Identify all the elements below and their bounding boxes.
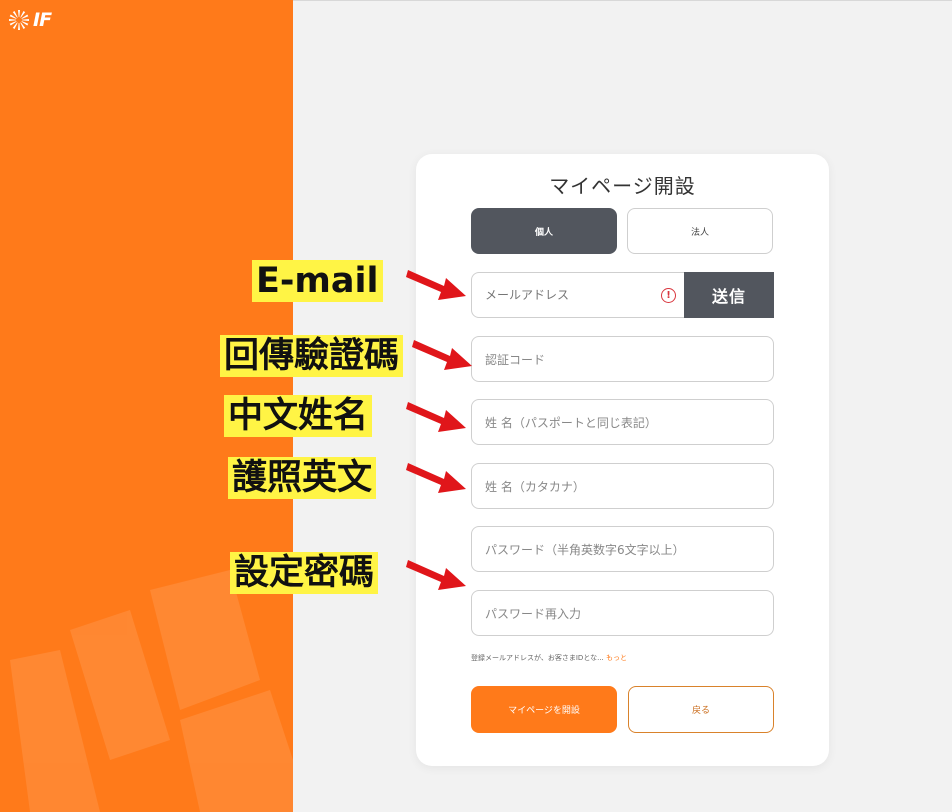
verification-code-input[interactable]: 認証コード: [471, 336, 774, 382]
annotation-name-en: 護照英文: [228, 457, 377, 499]
open-mypage-button[interactable]: マイページを開設: [471, 686, 617, 733]
annotation-password: 設定密碼: [230, 552, 379, 594]
red-arrow-icon: [406, 463, 466, 493]
type-individual-button[interactable]: 個人: [471, 208, 617, 254]
red-arrow-icon: [412, 340, 472, 370]
name-passport-input[interactable]: 姓 名（パスポートと同じ表記）: [471, 399, 774, 445]
annotation-email: E-mail: [252, 260, 383, 302]
logo-text: IF: [33, 9, 52, 31]
back-button[interactable]: 戻る: [628, 686, 774, 733]
email-id-notice: 登録メールアドレスが、お客さまIDとな... もっと: [471, 653, 627, 663]
password-input[interactable]: パスワード（半角英数字6文字以上）: [471, 526, 774, 572]
name-katakana-input[interactable]: 姓 名（カタカナ）: [471, 463, 774, 509]
signup-card: マイページ開設 個人 法人 ! 送信 認証コード 姓 名（パスポートと同じ表記）…: [416, 154, 829, 766]
type-corporate-button[interactable]: 法人: [627, 208, 773, 254]
notice-text: 登録メールアドレスが、お客さまIDとな...: [471, 654, 604, 662]
red-arrow-icon: [406, 402, 466, 432]
red-arrow-icon: [406, 270, 466, 300]
red-arrow-icon: [406, 560, 466, 590]
brand-logo[interactable]: IF: [8, 9, 52, 31]
send-code-button[interactable]: 送信: [684, 272, 774, 318]
notice-more-link[interactable]: もっと: [606, 654, 627, 662]
email-input[interactable]: [472, 273, 684, 317]
page-title: マイページ開設: [549, 174, 696, 198]
sunburst-icon: [9, 10, 29, 30]
annotation-name-zh: 中文姓名: [224, 395, 373, 437]
password-confirm-input[interactable]: パスワード再入力: [471, 590, 774, 636]
annotation-code: 回傳驗證碼: [220, 335, 404, 377]
decorative-rays: [10, 570, 293, 812]
error-circle-icon: !: [661, 288, 676, 303]
